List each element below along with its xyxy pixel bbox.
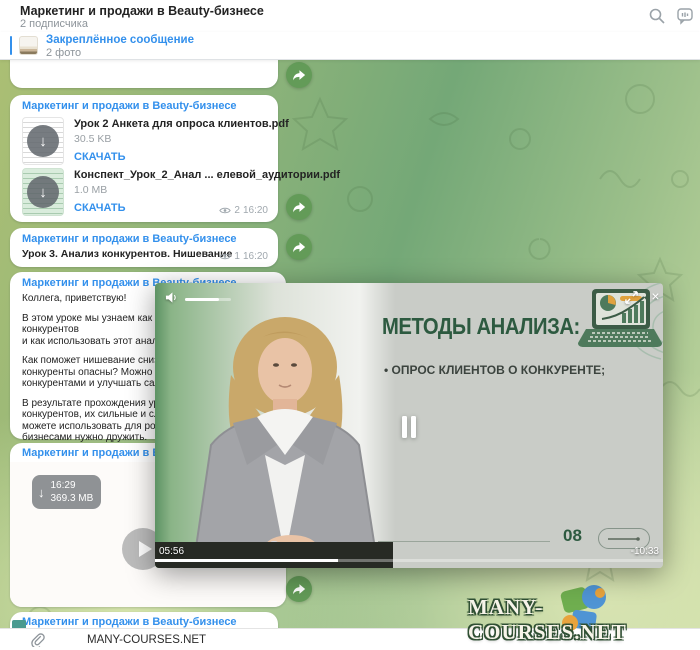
slide-title: МЕТОДЫ АНАЛИЗА: [382, 313, 580, 340]
message-bubble-lesson-title: Маркетинг и продажи в Beauty-бизнесе Уро… [10, 228, 278, 267]
pinned-message-bar[interactable]: Закреплённое сообщение 2 фото [0, 32, 700, 60]
pdf-thumbnail[interactable]: ↓ [22, 168, 64, 216]
download-icon: ↓ [38, 485, 45, 500]
file-name[interactable]: Урок 2 Анкета для опроса клиентов.pdf [74, 118, 289, 130]
message-sender[interactable]: Маркетинг и продажи в Beauty-бизнесе [22, 616, 268, 628]
forward-button[interactable] [286, 194, 312, 220]
views-count: 2 [234, 205, 240, 216]
chat-title: Маркетинг и продажи в Beauty-бизнесе [20, 4, 264, 18]
progress-fill [155, 559, 338, 562]
video-file-size: 369.3 MB [51, 492, 94, 505]
download-icon[interactable]: ↓ [27, 125, 59, 157]
pinned-accent-bar [10, 36, 12, 55]
remaining-time: -10:33 [631, 546, 659, 557]
download-link[interactable]: СКАЧАТЬ [74, 151, 289, 163]
download-icon[interactable]: ↓ [27, 176, 59, 208]
message-meta: 1 16:20 [219, 251, 268, 262]
message-time: 16:20 [243, 205, 268, 216]
photo-thumbnail-fragment [12, 620, 26, 628]
pinned-title: Закреплённое сообщение [46, 34, 194, 46]
volume-icon[interactable] [165, 291, 178, 304]
forward-button[interactable] [286, 576, 312, 602]
slide-divider-line [378, 541, 550, 542]
pinned-subtitle: 2 фото [46, 47, 81, 59]
message-bubble-files: Маркетинг и продажи в Beauty-бизнесе ↓ У… [10, 95, 278, 222]
presenter-video [173, 305, 403, 568]
file-size: 30.5 KB [74, 133, 289, 145]
watermark-text: MANY-COURSES.NET [468, 595, 700, 645]
message-text: Урок 3. Анализ конкурентов. Нишевание [22, 248, 232, 260]
volume-slider[interactable] [185, 298, 231, 301]
close-icon[interactable]: × [649, 290, 662, 303]
views-icon [219, 206, 231, 215]
views-icon [219, 252, 231, 261]
file-name[interactable]: Конспект_Урок_2_Анал ... елевой_аудитори… [74, 169, 340, 181]
video-player-overlay[interactable]: МЕТОДЫ АНАЛИЗА: • ОПРОС КЛИЕНТОВ О КОНКУ… [155, 283, 663, 568]
pause-button[interactable] [402, 416, 416, 438]
message-time: 16:20 [243, 251, 268, 262]
message-meta: 2 16:20 [219, 205, 268, 216]
views-count: 1 [234, 251, 240, 262]
footer-link[interactable]: MANY-COURSES.NET [87, 634, 206, 646]
progress-bar[interactable] [155, 559, 663, 562]
fullscreen-icon[interactable] [625, 291, 638, 304]
desk [155, 542, 393, 568]
next-arrow-icon [607, 534, 641, 544]
forward-button[interactable] [286, 234, 312, 260]
file-attachment-row: ↓ Урок 2 Анкета для опроса клиентов.pdf … [22, 117, 289, 165]
chat-header: Маркетинг и продажи в Beauty-бизнесе 2 п… [0, 0, 700, 32]
search-icon[interactable] [648, 7, 666, 25]
forward-button[interactable] [286, 62, 312, 88]
current-time: 05:56 [159, 546, 184, 557]
pinned-thumbnail [19, 36, 38, 55]
video-duration: 16:29 [51, 479, 94, 492]
subscriber-count: 2 подписчика [20, 18, 88, 30]
telegram-channel-window: Маркетинг и продажи в Beauty-бизнесе 2 п… [0, 0, 700, 650]
watermark: MANY-COURSES.NET [468, 595, 700, 645]
message-sender[interactable]: Маркетинг и продажи в Beauty-бизнесе [22, 100, 268, 112]
volume-fill [185, 298, 219, 301]
video-download-badge[interactable]: ↓ 16:29 369.3 MB [32, 475, 101, 509]
slide-page-number: 08 [563, 526, 582, 546]
pdf-thumbnail[interactable]: ↓ [22, 117, 64, 165]
message-bubble-partial [10, 59, 278, 88]
comments-icon[interactable] [676, 7, 694, 25]
message-sender[interactable]: Маркетинг и продажи в Beauty-бизнесе [22, 233, 268, 245]
slide-bullet: • ОПРОС КЛИЕНТОВ О КОНКУРЕНТЕ; [384, 363, 605, 377]
paperclip-icon[interactable] [30, 632, 45, 647]
play-icon [139, 541, 152, 557]
